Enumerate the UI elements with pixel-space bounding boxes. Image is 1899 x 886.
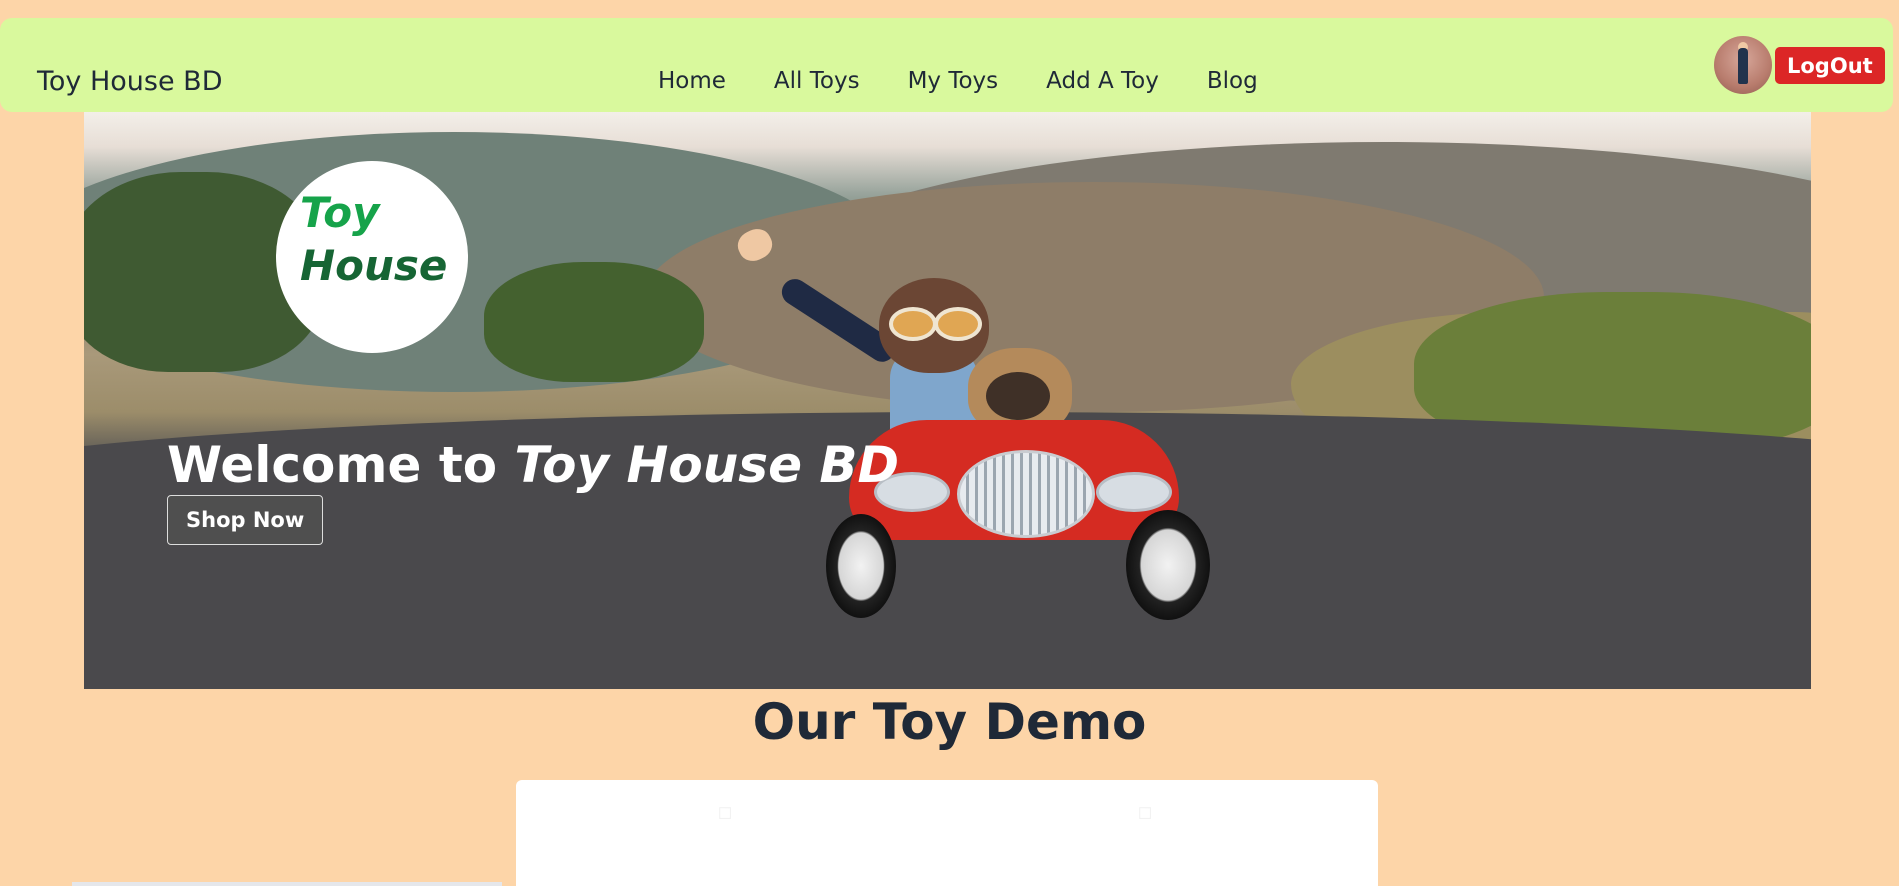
section-title: Our Toy Demo <box>752 693 1147 751</box>
goggle-left <box>889 307 937 341</box>
logout-button[interactable]: LogOut <box>1775 47 1885 84</box>
hero-headline: Welcome to Toy House BD <box>167 436 899 494</box>
trees-center <box>484 262 704 382</box>
main-nav: Home All Toys My Toys Add A Toy Blog <box>658 68 1258 94</box>
toy-demo-card: ◇ ◇ <box>516 780 1378 886</box>
logo-text-toy: Toy <box>300 188 380 237</box>
scrollbar-horizontal[interactable] <box>72 882 502 886</box>
nav-my-toys[interactable]: My Toys <box>908 68 999 94</box>
brand-title[interactable]: Toy House BD <box>37 66 223 97</box>
watermark: ◇ <box>1129 797 1160 828</box>
dog-face <box>986 372 1050 420</box>
nav-add-a-toy[interactable]: Add A Toy <box>1046 68 1159 94</box>
nav-blog[interactable]: Blog <box>1207 68 1258 94</box>
nav-home[interactable]: Home <box>658 68 726 94</box>
toy-car-grill <box>957 450 1095 538</box>
top-navbar: Toy House BD Home All Toys My Toys Add A… <box>0 18 1893 112</box>
user-avatar[interactable] <box>1714 36 1772 94</box>
logo-text-house: House <box>300 241 448 290</box>
shop-now-button[interactable]: Shop Now <box>167 495 324 545</box>
watermark: ◇ <box>709 797 740 828</box>
toy-car-wheel-right <box>1126 510 1210 620</box>
hero-headline-prefix: Welcome to <box>167 436 498 494</box>
toy-car-wheel-left <box>826 514 896 618</box>
nav-all-toys[interactable]: All Toys <box>774 68 860 94</box>
avatar-person-shape <box>1738 48 1748 84</box>
goggle-right <box>934 307 982 341</box>
hero-headline-brand: Toy House BD <box>514 436 900 494</box>
toy-car-lamp-right <box>1096 472 1172 512</box>
